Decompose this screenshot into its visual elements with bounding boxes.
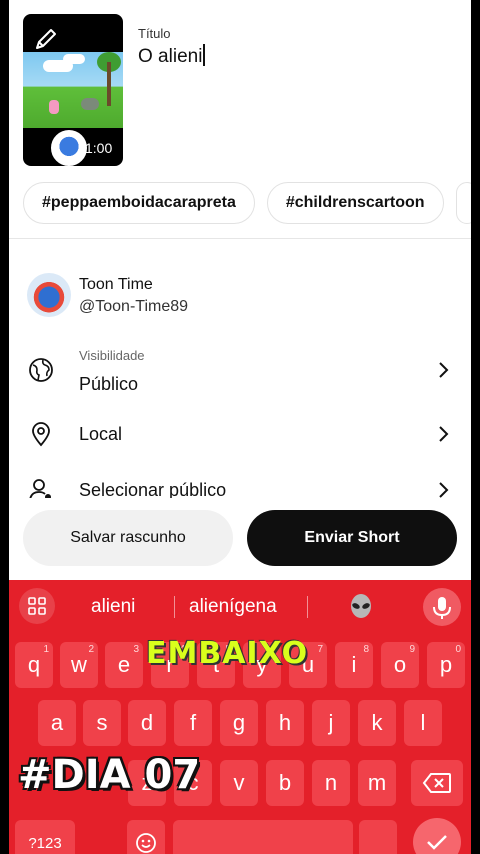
key-hint: 3 <box>133 644 139 655</box>
send-short-button[interactable]: Enviar Short <box>247 510 457 566</box>
hashtag-chip[interactable]: #peppaemboidacarapreta <box>23 182 255 224</box>
hashtag-chip[interactable]: #childrenscartoon <box>266 182 444 224</box>
upload-screen: 1:00 Título O alieni #peppaemboidacarapr… <box>9 0 471 854</box>
channel-avatar <box>27 273 71 317</box>
key-label: j <box>328 710 334 735</box>
key-label: n <box>324 770 338 795</box>
backspace-key[interactable] <box>411 760 463 806</box>
key-f[interactable]: f <box>174 700 212 746</box>
visibility-value: Público <box>79 374 139 394</box>
space-key[interactable] <box>173 820 353 854</box>
video-thumbnail[interactable]: 1:00 <box>23 14 123 166</box>
symbols-key[interactable]: ?123 <box>15 820 75 854</box>
key-label: w <box>71 652 87 677</box>
key-g[interactable]: g <box>220 700 258 746</box>
key-label: s <box>96 710 108 735</box>
globe-icon <box>27 356 55 384</box>
key-label: m <box>367 770 387 795</box>
key-label: g <box>232 710 246 735</box>
key-label: e <box>117 652 131 677</box>
key-label: p <box>439 652 453 677</box>
enter-key[interactable] <box>413 818 461 854</box>
key-label: l <box>420 710 426 735</box>
key-label: b <box>278 770 292 795</box>
key-label: f <box>189 710 197 735</box>
divider <box>9 238 471 239</box>
audience-row[interactable]: Selecionar público <box>9 466 471 498</box>
microphone-icon[interactable] <box>423 588 461 626</box>
title-input[interactable]: O alieni <box>138 44 206 68</box>
suggestion[interactable]: alienígena <box>189 596 277 618</box>
key-label: k <box>371 710 383 735</box>
key-hint: 9 <box>409 644 415 655</box>
checkmark-icon <box>427 835 447 850</box>
hashtag-chip-partial[interactable] <box>455 182 471 224</box>
key-k[interactable]: k <box>358 700 396 746</box>
key-label: v <box>233 770 245 795</box>
chevron-right-icon <box>433 360 453 380</box>
overlay-caption-top: EMBAIXO <box>146 636 309 671</box>
key-hint: 0 <box>455 644 461 655</box>
key-m[interactable]: m <box>358 760 396 806</box>
overlay-caption-bottom: #DIA 07 <box>18 752 201 798</box>
location-row[interactable]: Local <box>9 408 471 458</box>
pencil-icon[interactable] <box>33 26 59 52</box>
channel-handle: @Toon-Time89 <box>79 298 189 315</box>
key-hint: 2 <box>88 644 94 655</box>
key-label: i <box>351 652 357 677</box>
key-j[interactable]: j <box>312 700 350 746</box>
key-b[interactable]: b <box>266 760 304 806</box>
key-label: o <box>393 652 407 677</box>
key-d[interactable]: d <box>128 700 166 746</box>
video-duration: 1:00 <box>85 140 113 156</box>
title-input-text: O alieni <box>138 46 203 67</box>
key-label: ?123 <box>28 834 62 852</box>
emoji-key[interactable] <box>127 820 165 854</box>
key-hint: 8 <box>363 644 369 655</box>
hashtag-chips: #peppaemboidacarapreta #childrenscartoon <box>23 182 471 224</box>
key-hint: 1 <box>43 644 49 655</box>
smiley-icon <box>136 833 156 853</box>
visibility-label: Visibilidade <box>79 348 145 363</box>
key-l[interactable]: l <box>404 700 442 746</box>
soft-keyboard: alieni alienígena q1 w2 e3 r4 t5 y6 u7 i… <box>9 580 471 854</box>
apps-grid-icon[interactable] <box>19 588 55 624</box>
audience-label: Selecionar público <box>79 480 227 498</box>
period-key[interactable] <box>359 820 397 854</box>
key-p[interactable]: p0 <box>427 642 465 688</box>
key-a[interactable]: a <box>38 700 76 746</box>
visibility-row[interactable]: Visibilidade Público <box>9 344 471 394</box>
location-pin-icon <box>27 420 55 448</box>
alien-emoji-icon[interactable] <box>349 594 373 626</box>
key-h[interactable]: h <box>266 700 304 746</box>
key-w[interactable]: w2 <box>60 642 98 688</box>
suggestion-separator <box>307 596 308 618</box>
key-o[interactable]: o9 <box>381 642 419 688</box>
suggestion-bar: alieni alienígena <box>9 580 471 632</box>
key-label: h <box>278 710 292 735</box>
key-label: q <box>27 652 41 677</box>
key-q[interactable]: q1 <box>15 642 53 688</box>
title-label: Título <box>138 26 171 41</box>
key-n[interactable]: n <box>312 760 350 806</box>
thumbnail-scene <box>23 52 123 128</box>
chevron-right-icon <box>433 424 453 444</box>
channel-name: Toon Time <box>79 276 153 293</box>
person-icon <box>27 476 55 498</box>
location-label: Local <box>79 424 123 444</box>
key-v[interactable]: v <box>220 760 258 806</box>
key-e[interactable]: e3 <box>105 642 143 688</box>
backspace-icon <box>422 773 451 793</box>
chevron-right-icon <box>433 480 453 498</box>
key-hint: 7 <box>317 644 323 655</box>
suggestion[interactable]: alieni <box>91 596 135 618</box>
thumbnail-channel-avatar <box>51 130 87 166</box>
key-s[interactable]: s <box>83 700 121 746</box>
text-caret <box>203 44 206 66</box>
key-label: d <box>140 710 154 735</box>
key-label: a <box>50 710 64 735</box>
save-draft-button[interactable]: Salvar rascunho <box>23 510 233 566</box>
suggestion-separator <box>174 596 175 618</box>
key-i[interactable]: i8 <box>335 642 373 688</box>
